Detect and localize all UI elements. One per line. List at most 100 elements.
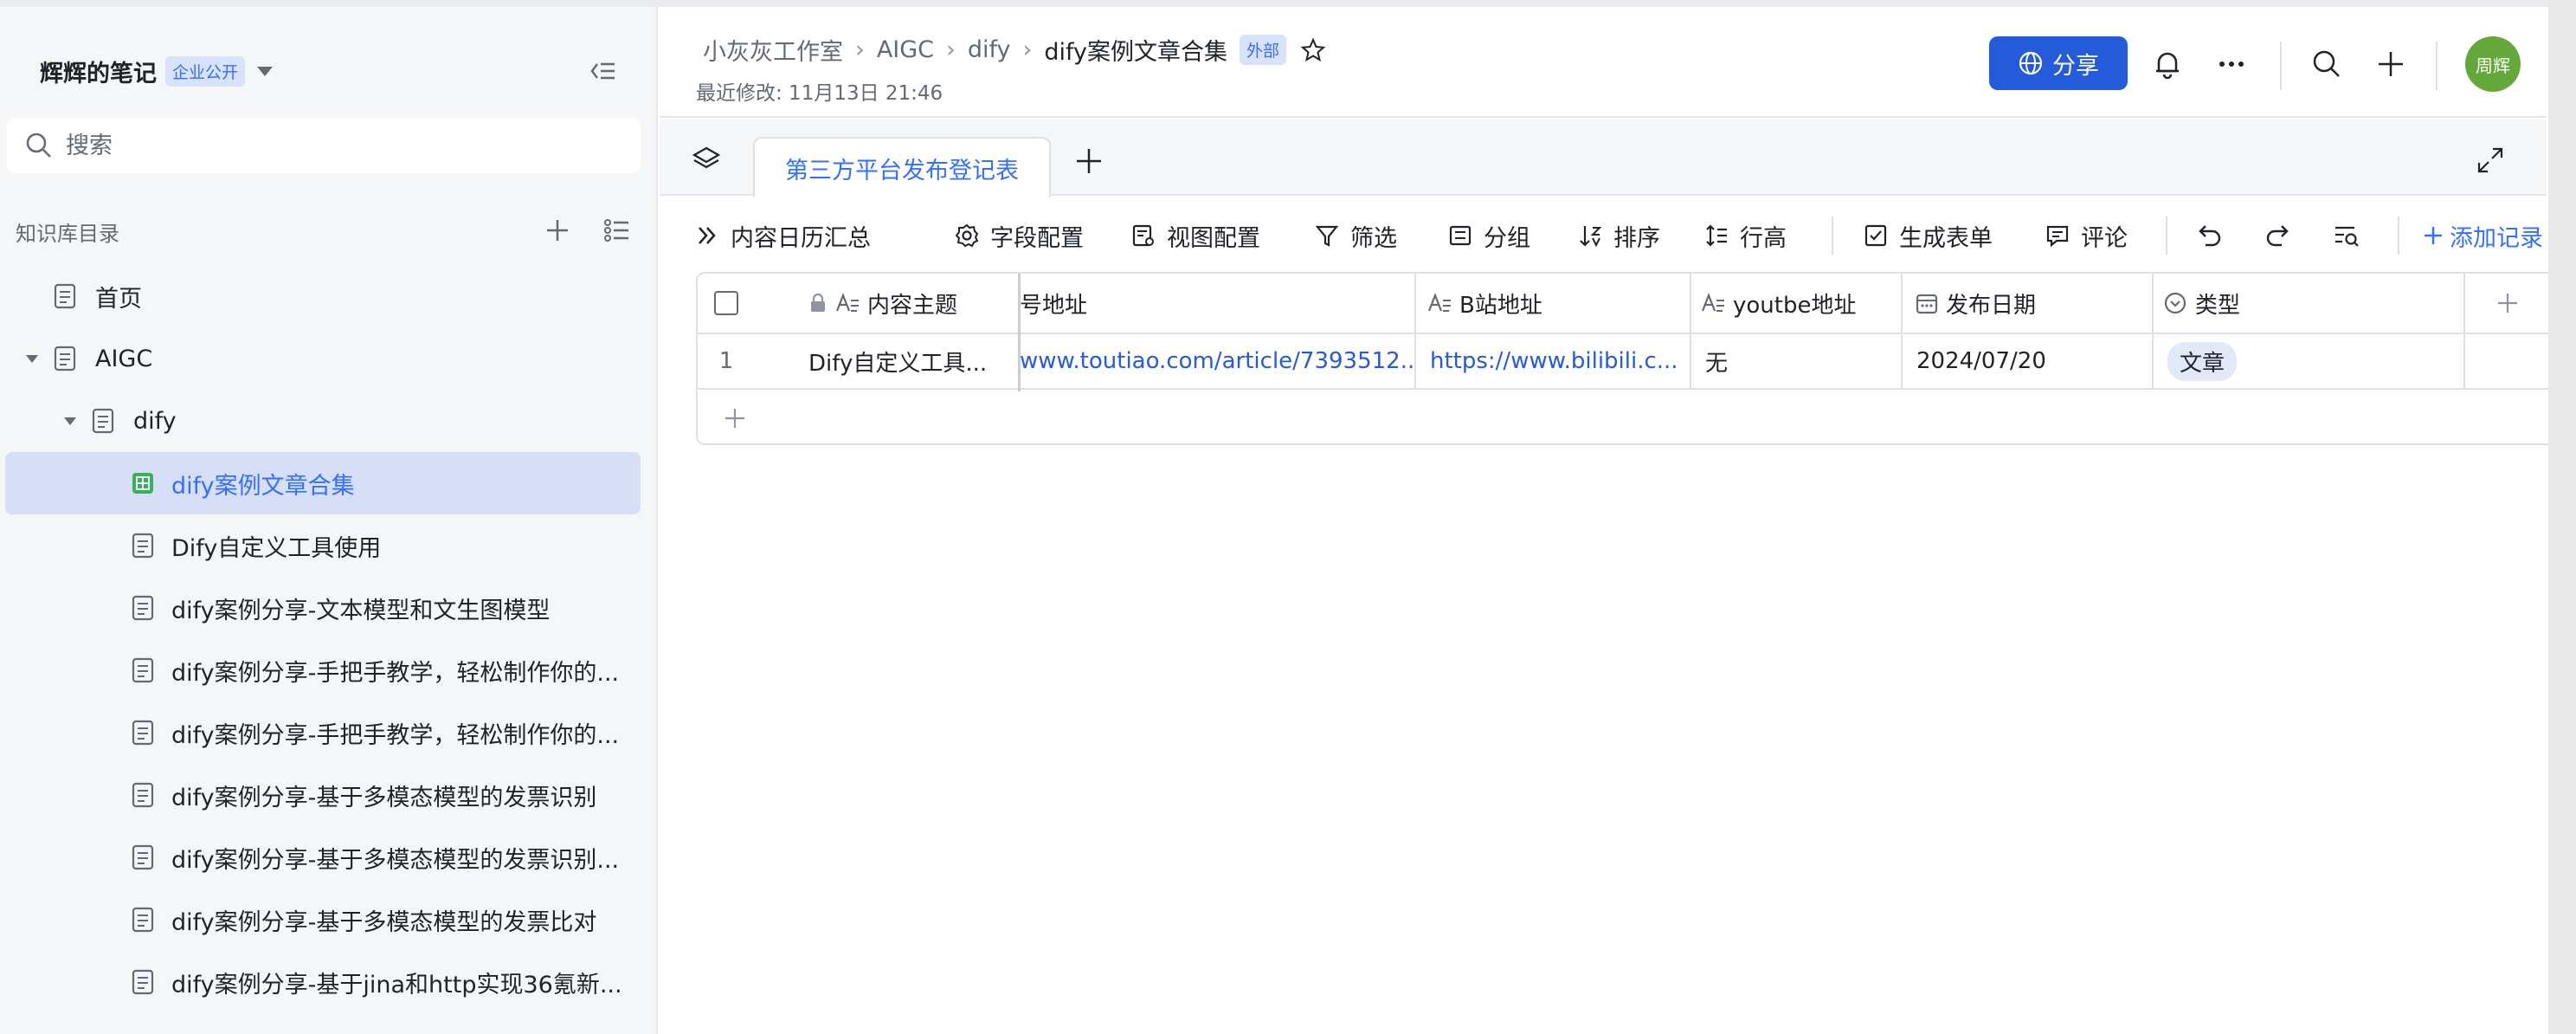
bell-icon[interactable] (2150, 47, 2185, 81)
generate-form-button[interactable]: 生成表单 (1863, 218, 1993, 253)
visibility-badge: 企业公开 (165, 55, 246, 87)
search-icon[interactable] (2309, 47, 2344, 81)
add-tab-icon[interactable] (1073, 145, 1104, 177)
view-config-button[interactable]: 视图配置 (1130, 218, 1260, 253)
tree-item-case-5[interactable]: dify案例分享-基于多模态模型的发票识别... (5, 826, 641, 889)
window-scrollbar[interactable] (2548, 0, 2576, 1034)
sheet-tab-bar: 第三方平台发布登记表 (660, 120, 2547, 197)
find-icon[interactable] (2332, 218, 2361, 253)
wiki-title-bar[interactable]: 辉辉的笔记 企业公开 (40, 47, 274, 95)
tree-item-dify-cases[interactable]: dify案例文章合集 (5, 452, 641, 514)
sidebar-search[interactable] (7, 118, 641, 173)
frozen-column-divider[interactable] (1018, 274, 1021, 391)
tree-item-aigc[interactable]: AIGC (5, 327, 641, 390)
add-record-label: 添加记录 (2450, 224, 2543, 252)
column-header-topic[interactable]: 内容主题 (755, 274, 1018, 333)
row-height-icon (1706, 224, 1727, 247)
add-column-button[interactable] (2465, 274, 2550, 333)
type-tag: 文章 (2167, 341, 2238, 381)
column-header-label: B站地址 (1459, 292, 1542, 319)
filter-label: 筛选 (1350, 224, 1397, 252)
bitable-icon (132, 473, 153, 494)
collapse-sidebar-icon[interactable] (585, 54, 620, 88)
wiki-title: 辉辉的笔记 (40, 60, 157, 87)
star-icon[interactable] (1300, 37, 1326, 63)
layers-icon[interactable] (691, 144, 722, 175)
expand-arrow-icon[interactable] (26, 354, 38, 363)
cell-bilibili-link[interactable]: https://www.bilibili.c... (1416, 334, 1691, 388)
view-settings-icon (1132, 224, 1154, 247)
filter-button[interactable]: 筛选 (1314, 218, 1397, 253)
comment-label: 评论 (2081, 224, 2128, 252)
select-all-cell[interactable] (698, 274, 755, 333)
cell-type[interactable]: 文章 (2154, 334, 2465, 388)
calendar-summary-button[interactable]: 内容日历汇总 (694, 218, 871, 253)
tree-item-label: dify案例分享-基于多模态模型的发票识别... (171, 846, 620, 874)
field-config-button[interactable]: 字段配置 (954, 218, 1084, 253)
redo-icon[interactable] (2263, 218, 2292, 253)
data-grid: 内容主题 号地址 B站地址 youtbe地址 发布日期 类型 1 Dify自定义… (696, 272, 2550, 445)
tree-item-label: dify案例分享-基于jina和http实现36氪新... (171, 971, 622, 998)
directory-label: 知识库目录 (16, 221, 119, 246)
add-row-icon[interactable] (722, 405, 748, 431)
breadcrumb-item[interactable]: dify (968, 36, 1011, 63)
doc-header: 小灰灰工作室 › AIGC › dify › dify案例文章合集 外部 最近修… (660, 7, 2547, 118)
cell-date[interactable]: 2024/07/20 (1903, 334, 2154, 388)
breadcrumb-item[interactable]: 小灰灰工作室 (703, 33, 843, 67)
directory-header: 知识库目录 (16, 210, 639, 253)
document-icon (132, 907, 154, 933)
cell-youtube[interactable]: 无 (1691, 334, 1903, 388)
undo-icon[interactable] (2195, 218, 2225, 253)
sidebar: 辉辉的笔记 企业公开 知识库目录 (0, 7, 658, 1034)
filter-icon (1315, 225, 1339, 247)
tree-item-dify[interactable]: dify (5, 390, 641, 452)
column-header-youtube[interactable]: youtbe地址 (1691, 274, 1903, 333)
tree-item-custom-tool[interactable]: Dify自定义工具使用 (5, 514, 641, 577)
tree-item-case-6[interactable]: dify案例分享-基于多模态模型的发票比对 (5, 889, 641, 951)
sort-label: 排序 (1613, 224, 1660, 252)
add-record-button[interactable]: 添加记录 (2422, 218, 2543, 253)
share-button[interactable]: 分享 (1989, 36, 2128, 90)
tree-item-case-3[interactable]: dify案例分享-手把手教学，轻松制作你的... (5, 701, 641, 764)
group-icon (1449, 225, 1472, 246)
select-all-checkbox[interactable] (714, 291, 738, 315)
breadcrumb-current[interactable]: dify案例文章合集 (1044, 33, 1227, 67)
divider (2398, 216, 2399, 255)
tree-item-case-4[interactable]: dify案例分享-基于多模态模型的发票识别 (5, 764, 641, 826)
chevron-right-icon: › (946, 36, 956, 63)
last-modified: 最近修改: 11月13日 21:46 (696, 82, 943, 105)
tree-item-case-2[interactable]: dify案例分享-手把手教学，轻松制作你的... (5, 639, 641, 701)
text-field-icon (1427, 292, 1451, 312)
tab-publish-register[interactable]: 第三方平台发布登记表 (753, 137, 1051, 197)
table-row[interactable]: 1 Dify自定义工具... www.toutiao.com/article/7… (698, 334, 2550, 390)
add-page-icon[interactable] (542, 215, 573, 246)
sort-button[interactable]: 排序 (1577, 218, 1660, 253)
document-icon (132, 533, 154, 559)
group-button[interactable]: 分组 (1447, 218, 1530, 253)
cell-topic[interactable]: Dify自定义工具... (755, 334, 1018, 388)
column-header-label: 类型 (2195, 292, 2241, 319)
tree-item-case-7[interactable]: dify案例分享-基于jina和http实现36氪新... (5, 951, 641, 1013)
avatar[interactable]: 周辉 (2465, 36, 2521, 92)
directory-options-icon[interactable] (601, 215, 632, 246)
expand-arrow-icon[interactable] (64, 417, 76, 425)
column-header-date[interactable]: 发布日期 (1903, 274, 2154, 333)
search-input[interactable] (66, 132, 602, 159)
tree-item-case-1[interactable]: dify案例分享-文本模型和文生图模型 (5, 577, 641, 639)
divider (2166, 216, 2167, 255)
tree-item-home[interactable]: 首页 (5, 265, 641, 327)
column-header-bilibili[interactable]: B站地址 (1416, 274, 1691, 333)
column-header-toutiao[interactable]: 号地址 (1020, 274, 1416, 333)
plus-icon[interactable] (2373, 47, 2408, 81)
column-header-type[interactable]: 类型 (2154, 274, 2465, 333)
chevron-down-icon[interactable] (257, 66, 274, 76)
cell-toutiao-link[interactable]: www.toutiao.com/article/7393512... (1020, 334, 1416, 388)
column-header-label: 发布日期 (1946, 292, 2037, 319)
chevron-right-icon: › (1022, 36, 1033, 63)
breadcrumb-item[interactable]: AIGC (877, 36, 934, 63)
fullscreen-icon[interactable] (2476, 145, 2505, 175)
comment-button[interactable]: 评论 (2045, 218, 2128, 253)
row-height-button[interactable]: 行高 (1703, 218, 1787, 253)
row-index: 1 (718, 348, 734, 374)
more-icon[interactable] (2214, 47, 2249, 81)
